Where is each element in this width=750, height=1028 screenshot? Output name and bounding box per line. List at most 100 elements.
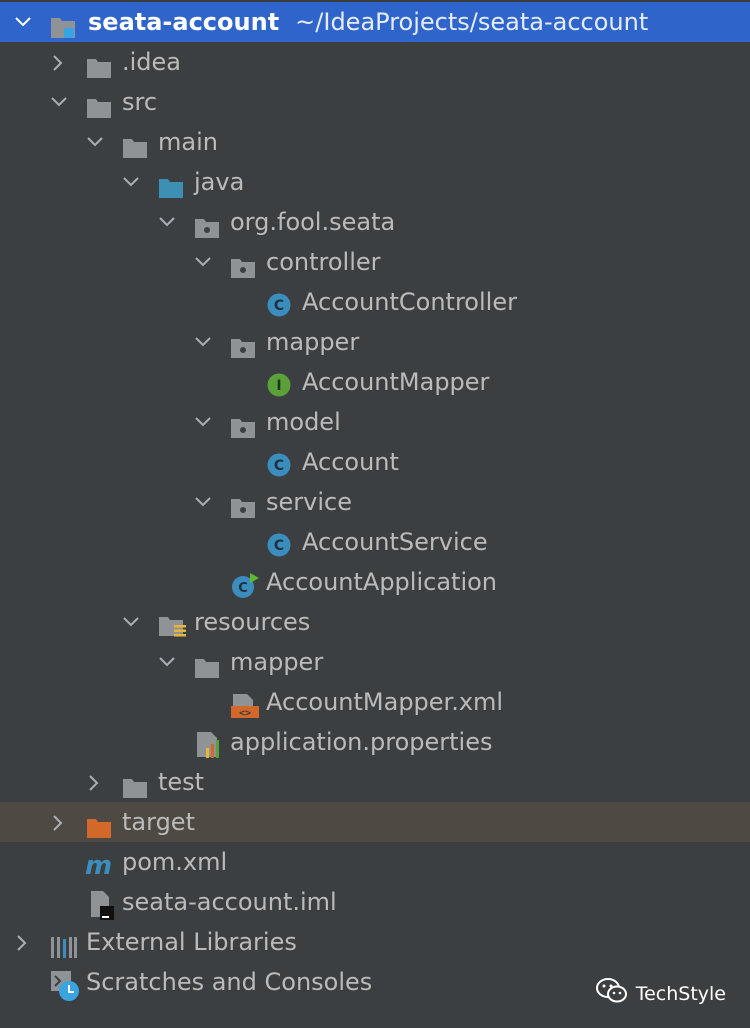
chevron-right-icon[interactable] [84, 762, 106, 802]
tree-label: AccountApplication [266, 568, 497, 596]
tree-row-main[interactable]: main [0, 122, 750, 162]
xml-file-icon: <> [230, 691, 259, 719]
svg-text:m: m [85, 853, 112, 879]
chevron-down-icon[interactable] [120, 162, 142, 202]
tree-row-src[interactable]: src [0, 82, 750, 122]
tree-row-service-package[interactable]: service [0, 482, 750, 522]
class-icon: C [266, 451, 292, 477]
tree-label: main [158, 128, 218, 156]
tree-label: AccountMapper.xml [266, 688, 504, 716]
class-icon: C [266, 531, 292, 557]
tree-label: resources [194, 608, 311, 636]
tree-label: org.fool.seata [230, 208, 396, 236]
tree-row-xml-file[interactable]: <> AccountMapper.xml [0, 682, 750, 722]
source-folder-icon [158, 171, 184, 198]
folder-icon [194, 651, 220, 678]
tree-row-model-package[interactable]: model [0, 402, 750, 442]
tree-label: model [266, 408, 341, 436]
watermark: TechStyle [595, 977, 726, 1010]
tree-row-test[interactable]: test [0, 762, 750, 802]
runnable-class-icon: C [230, 571, 259, 598]
tree-row-class[interactable]: C AccountService [0, 522, 750, 562]
svg-text:<>: <> [239, 708, 251, 719]
tree-row-java[interactable]: java [0, 162, 750, 202]
svg-text:C: C [238, 581, 248, 596]
module-folder-icon [50, 11, 76, 38]
package-icon [230, 491, 256, 518]
tree-label: java [194, 168, 245, 196]
chevron-right-icon[interactable] [12, 922, 34, 962]
tree-label: test [158, 768, 205, 796]
tree-row-controller[interactable]: controller [0, 242, 750, 282]
package-icon [194, 211, 220, 238]
tree-label: mapper [266, 328, 360, 356]
chevron-down-icon[interactable] [120, 602, 142, 642]
chevron-down-icon[interactable] [48, 82, 70, 122]
tree-label: target [122, 808, 195, 836]
svg-text:I: I [276, 378, 281, 394]
svg-text:C: C [274, 538, 284, 554]
tree-row-interface[interactable]: I AccountMapper [0, 362, 750, 402]
tree-row-target[interactable]: target [0, 802, 750, 842]
tree-label: seata-account.iml [122, 888, 337, 916]
chevron-down-icon[interactable] [192, 482, 214, 522]
resources-folder-icon [158, 611, 186, 637]
excluded-folder-icon [86, 811, 112, 838]
watermark-text: TechStyle [635, 982, 726, 1005]
iml-file-icon [88, 891, 114, 920]
chevron-down-icon[interactable] [192, 322, 214, 362]
properties-file-icon [194, 731, 220, 758]
chevron-down-icon[interactable] [12, 2, 34, 42]
folder-icon [86, 51, 112, 78]
tree-label: src [122, 88, 158, 116]
tree-row-project-root[interactable]: seata-account ~/IdeaProjects/seata-accoun… [0, 2, 750, 42]
tree-row-class[interactable]: C Account [0, 442, 750, 482]
library-icon [50, 931, 77, 958]
project-tree: seata-account ~/IdeaProjects/seata-accoun… [0, 2, 750, 1002]
tree-label: AccountMapper [302, 368, 490, 396]
tree-row-idea[interactable]: .idea [0, 42, 750, 82]
tree-row-iml[interactable]: seata-account.iml [0, 882, 750, 922]
tree-label: Account [302, 448, 399, 476]
tree-label: controller [266, 248, 381, 276]
tree-row-resources-mapper[interactable]: mapper [0, 642, 750, 682]
chevron-down-icon[interactable] [192, 402, 214, 442]
project-name: seata-account [88, 8, 280, 36]
chevron-down-icon[interactable] [84, 122, 106, 162]
tree-label: pom.xml [122, 848, 228, 876]
class-icon: C [266, 291, 292, 317]
maven-icon: m [84, 851, 112, 881]
tree-label: service [266, 488, 352, 516]
tree-row-resources[interactable]: resources [0, 602, 750, 642]
tree-label: mapper [230, 648, 324, 676]
tree-row-properties-file[interactable]: application.properties [0, 722, 750, 762]
tree-label: AccountService [302, 528, 488, 556]
scratches-icon [50, 971, 79, 1001]
chevron-down-icon[interactable] [156, 202, 178, 242]
tree-label: .idea [122, 48, 182, 76]
folder-icon [122, 771, 148, 798]
chevron-down-icon[interactable] [192, 242, 214, 282]
chevron-down-icon[interactable] [156, 642, 178, 682]
svg-text:C: C [274, 298, 284, 314]
tree-label: Scratches and Consoles [86, 968, 373, 996]
folder-icon [122, 131, 148, 158]
package-icon [230, 331, 256, 358]
tree-row-package[interactable]: org.fool.seata [0, 202, 750, 242]
tree-row-class[interactable]: C AccountController [0, 282, 750, 322]
tree-row-pom[interactable]: m pom.xml [0, 842, 750, 882]
package-icon [230, 411, 256, 438]
tree-row-mapper-package[interactable]: mapper [0, 322, 750, 362]
svg-text:C: C [274, 458, 284, 474]
tree-row-main-class[interactable]: C AccountApplication [0, 562, 750, 602]
project-path: ~/IdeaProjects/seata-account [295, 8, 649, 36]
tree-label: application.properties [230, 728, 493, 756]
chevron-right-icon[interactable] [48, 42, 70, 82]
tree-row-external-libraries[interactable]: External Libraries [0, 922, 750, 962]
interface-icon: I [266, 371, 292, 397]
chevron-right-icon[interactable] [48, 802, 70, 842]
tree-label: External Libraries [86, 928, 297, 956]
wechat-icon [595, 977, 628, 1010]
package-icon [230, 251, 256, 278]
folder-icon [86, 91, 112, 118]
